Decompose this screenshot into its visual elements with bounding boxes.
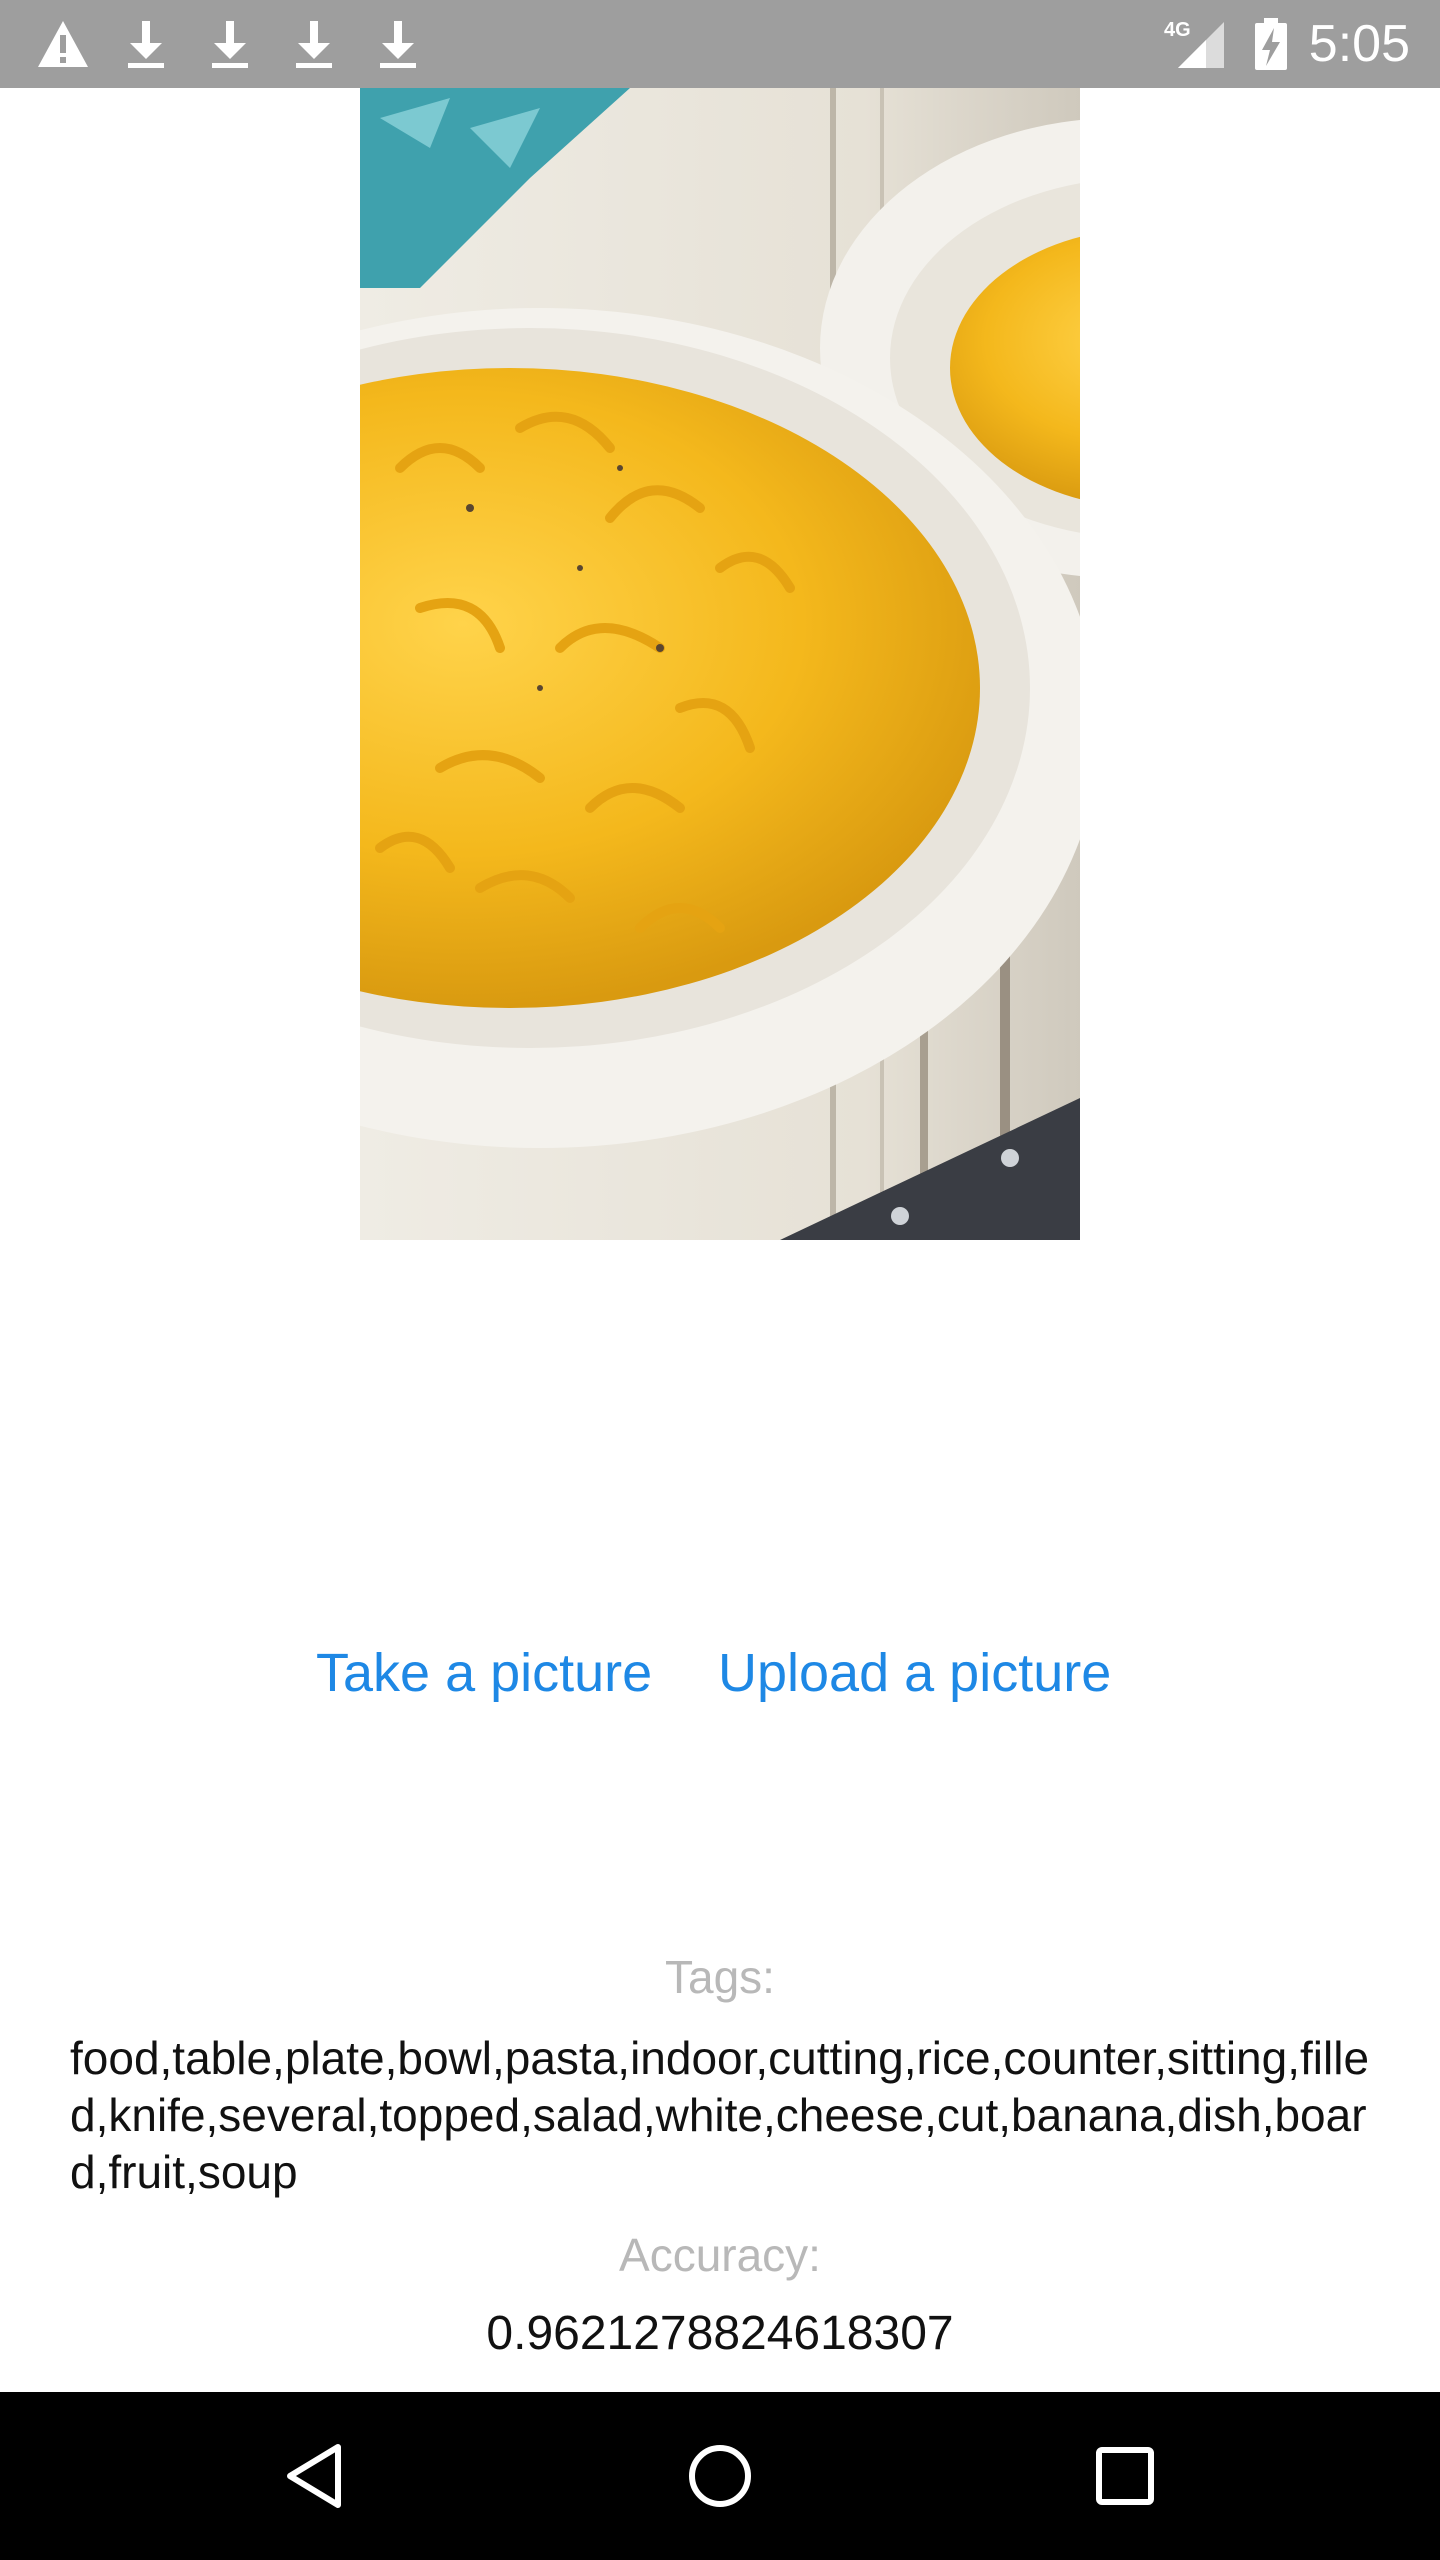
- svg-text:4G: 4G: [1164, 19, 1191, 41]
- upload-picture-button[interactable]: Upload a picture: [718, 1628, 1111, 1718]
- download-icon: [208, 0, 252, 88]
- app-content: Take a picture Upload a picture Tags: fo…: [0, 88, 1440, 2392]
- accuracy-value: 0.9621278824618307: [486, 2307, 954, 2360]
- take-picture-button[interactable]: Take a picture: [316, 1628, 652, 1718]
- food-photo: [360, 88, 1080, 1240]
- recents-icon[interactable]: [1025, 2392, 1225, 2560]
- navigation-bar: [0, 2392, 1440, 2560]
- signal-icon: 4G: [1162, 0, 1228, 88]
- battery-charging-icon: [1252, 0, 1290, 88]
- download-icon: [124, 0, 168, 88]
- status-time: 5:05: [1308, 15, 1410, 73]
- download-icon: [376, 0, 420, 88]
- warning-icon: [36, 0, 90, 88]
- home-icon[interactable]: [620, 2392, 820, 2560]
- status-bar: 4G 5:05: [0, 0, 1440, 88]
- back-icon[interactable]: [215, 2392, 415, 2560]
- download-icon: [292, 0, 336, 88]
- tags-label: Tags:: [665, 1951, 775, 2003]
- tags-value: food,table,plate,bowl,pasta,indoor,cutti…: [70, 2032, 1370, 2198]
- accuracy-label: Accuracy:: [619, 2229, 821, 2281]
